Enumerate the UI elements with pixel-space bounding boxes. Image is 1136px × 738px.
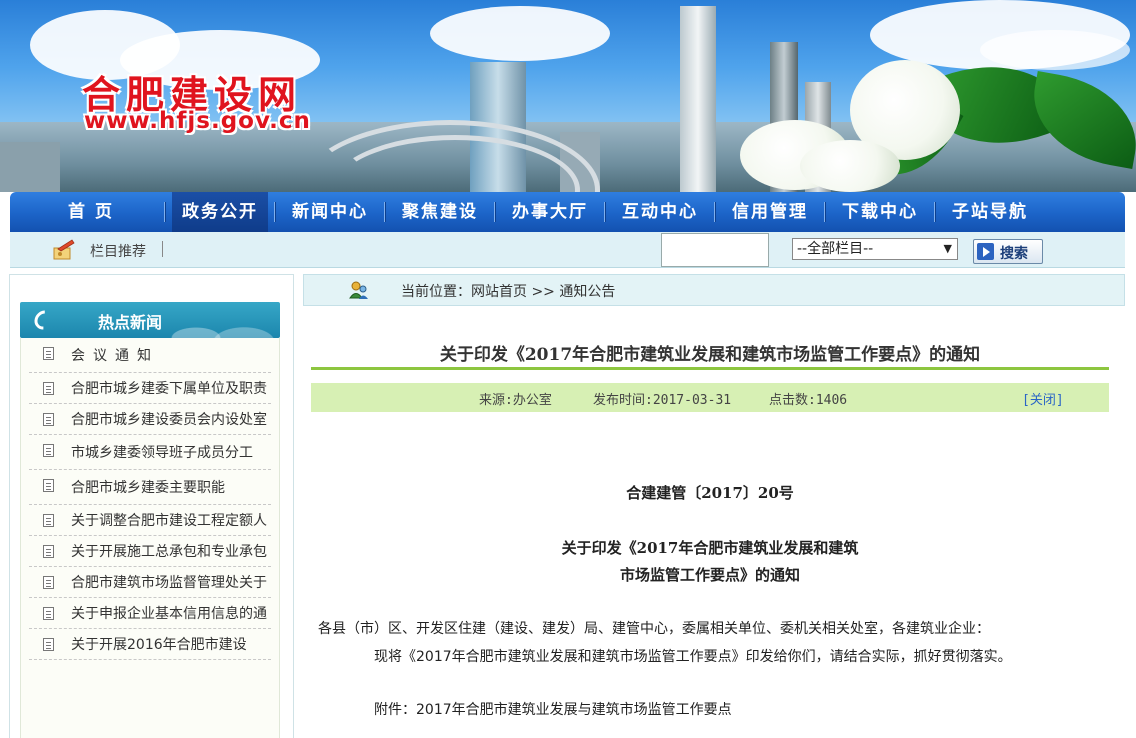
recommend-label[interactable]: 栏目推荐 — [90, 241, 146, 261]
cloud-decoration — [430, 6, 610, 61]
article-clicks: 点击数:1406 — [769, 393, 848, 408]
article-paragraph: 现将《2017年合肥市建筑业发展和建筑市场监管工作要点》印发给你们，请结合实际，… — [374, 649, 1012, 665]
tower-building — [680, 6, 716, 192]
nav-service-hall[interactable]: 办事大厅 — [502, 192, 598, 232]
breadcrumb-text: 当前位置：网站首页 >> 通知公告 — [401, 281, 615, 301]
cloud-decoration — [980, 30, 1130, 70]
article-source: 来源:办公室 — [479, 393, 552, 408]
nav-divider — [494, 202, 496, 222]
nav-home[interactable]: 首页 — [58, 192, 158, 232]
document-icon — [43, 479, 54, 492]
document-icon — [43, 638, 54, 651]
document-subtitle-line2: 市场监管工作要点》的通知 — [619, 566, 800, 584]
search-input[interactable] — [661, 233, 769, 267]
article-title: 关于印发《2017年合肥市建筑业发展和建筑市场监管工作要点》的通知 — [439, 345, 981, 365]
nav-divider — [714, 202, 716, 222]
site-logo-url[interactable]: www.hfjs.gov.cn — [84, 108, 311, 134]
nav-substations[interactable]: 子站导航 — [942, 192, 1038, 232]
recommend-icon — [53, 239, 75, 260]
divider — [162, 241, 163, 257]
hot-news-header: 热点新闻 — [20, 302, 280, 338]
list-item[interactable]: 合肥市城乡建委主要职能 — [29, 470, 271, 505]
location-people-icon — [349, 281, 368, 299]
nav-credit[interactable]: 信用管理 — [722, 192, 818, 232]
list-item[interactable]: 市城乡建委领导班子成员分工 — [29, 435, 271, 470]
search-button[interactable]: 搜索 — [973, 239, 1043, 264]
nav-divider — [274, 202, 276, 222]
nav-divider — [384, 202, 386, 222]
document-number: 合建建管〔2017〕20号 — [626, 484, 794, 502]
list-item[interactable]: 合肥市建筑市场监督管理处关于 — [29, 567, 271, 598]
breadcrumb: 当前位置：网站首页 >> 通知公告 — [303, 274, 1125, 306]
list-item[interactable]: 关于开展施工总承包和专业承包 — [29, 536, 271, 567]
list-item[interactable]: 关于调整合肥市建设工程定额人 — [29, 505, 271, 536]
nav-interaction[interactable]: 互动中心 — [612, 192, 708, 232]
list-item[interactable]: 合肥市城乡建委下属单位及职责 — [29, 373, 271, 404]
list-item[interactable]: 合肥市城乡建设委员会内设处室 — [29, 404, 271, 435]
main-content: 当前位置：网站首页 >> 通知公告 关于印发《2017年合肥市建筑业发展和建筑市… — [303, 274, 1125, 738]
chevron-down-icon: ▼ — [943, 242, 952, 255]
list-item[interactable]: 会议通知 — [29, 338, 271, 373]
nav-download[interactable]: 下载中心 — [832, 192, 928, 232]
curved-arrow-icon — [30, 306, 58, 334]
building — [0, 142, 60, 192]
article-attachment: 附件：2017年合肥市建筑业发展与建筑市场监管工作要点 — [374, 702, 732, 718]
main-nav: 首页 政务公开 新闻中心 聚焦建设 办事大厅 互动中心 信用管理 下载中心 子站… — [10, 192, 1125, 232]
play-arrow-icon — [977, 243, 994, 260]
document-icon — [43, 545, 54, 558]
nav-focus[interactable]: 聚焦建设 — [392, 192, 488, 232]
hot-news-list: 会议通知 合肥市城乡建委下属单位及职责 合肥市城乡建设委员会内设处室 市城乡建委… — [20, 338, 280, 738]
column-select-value: --全部栏目-- — [797, 241, 874, 257]
article-paragraph: 各县（市）区、开发区住建（建设、建发）局、建管中心，委属相关单位、委机关相关处室… — [318, 621, 990, 637]
column-select[interactable]: --全部栏目-- ▼ — [792, 238, 958, 260]
close-link[interactable]: [关闭] — [1022, 389, 1064, 408]
breadcrumb-separator: >> — [527, 284, 560, 300]
title-divider — [311, 367, 1109, 370]
magnolia-flower — [800, 140, 900, 192]
breadcrumb-current-link[interactable]: 通知公告 — [559, 284, 615, 300]
document-icon — [43, 576, 54, 589]
breadcrumb-prefix: 当前位置： — [401, 284, 471, 300]
left-sidebar: 热点新闻 会议通知 合肥市城乡建委下属单位及职责 合肥市城乡建设委员会内设处室 … — [9, 274, 294, 738]
hot-news-title: 热点新闻 — [98, 313, 163, 332]
list-item[interactable]: 关于申报企业基本信用信息的通 — [29, 598, 271, 629]
article-meta-bar: 来源:办公室 发布时间:2017-03-31 点击数:1406 [关闭] — [311, 383, 1109, 412]
document-icon — [43, 607, 54, 620]
nav-divider — [824, 202, 826, 222]
nav-news[interactable]: 新闻中心 — [282, 192, 378, 232]
document-icon — [43, 413, 54, 426]
document-icon — [43, 444, 54, 457]
wave-decoration — [160, 302, 280, 338]
search-button-label: 搜索 — [1000, 246, 1028, 262]
list-item[interactable]: 关于开展2016年合肥市建设 — [29, 629, 271, 660]
nav-divider — [604, 202, 606, 222]
document-icon — [43, 347, 54, 360]
site-banner: 合肥建设网 www.hfjs.gov.cn — [0, 0, 1136, 192]
document-subtitle-line1: 关于印发《2017年合肥市建筑业发展和建筑 — [561, 539, 859, 557]
document-icon — [43, 382, 54, 395]
sub-toolbar: 栏目推荐 --全部栏目-- ▼ 搜索 — [10, 232, 1125, 268]
nav-gov-affairs[interactable]: 政务公开 — [172, 192, 268, 232]
nav-divider — [164, 202, 166, 222]
breadcrumb-home-link[interactable]: 网站首页 — [471, 284, 527, 300]
nav-divider — [934, 202, 936, 222]
document-icon — [43, 514, 54, 527]
article-date: 发布时间:2017-03-31 — [593, 393, 732, 408]
